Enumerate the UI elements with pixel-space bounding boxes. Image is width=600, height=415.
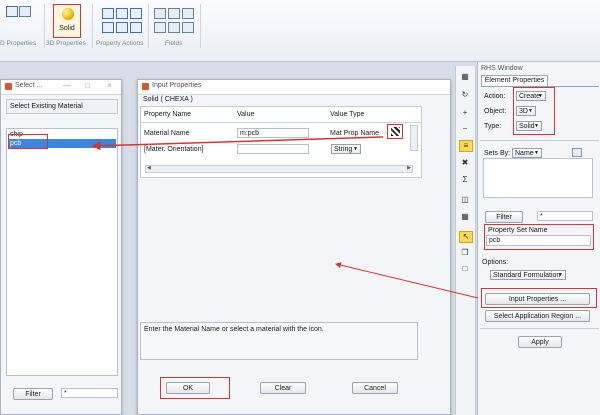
arrow-to-pcb bbox=[91, 136, 384, 151]
arrow-to-input-properties bbox=[335, 262, 479, 299]
annotation-arrows bbox=[91, 136, 479, 299]
